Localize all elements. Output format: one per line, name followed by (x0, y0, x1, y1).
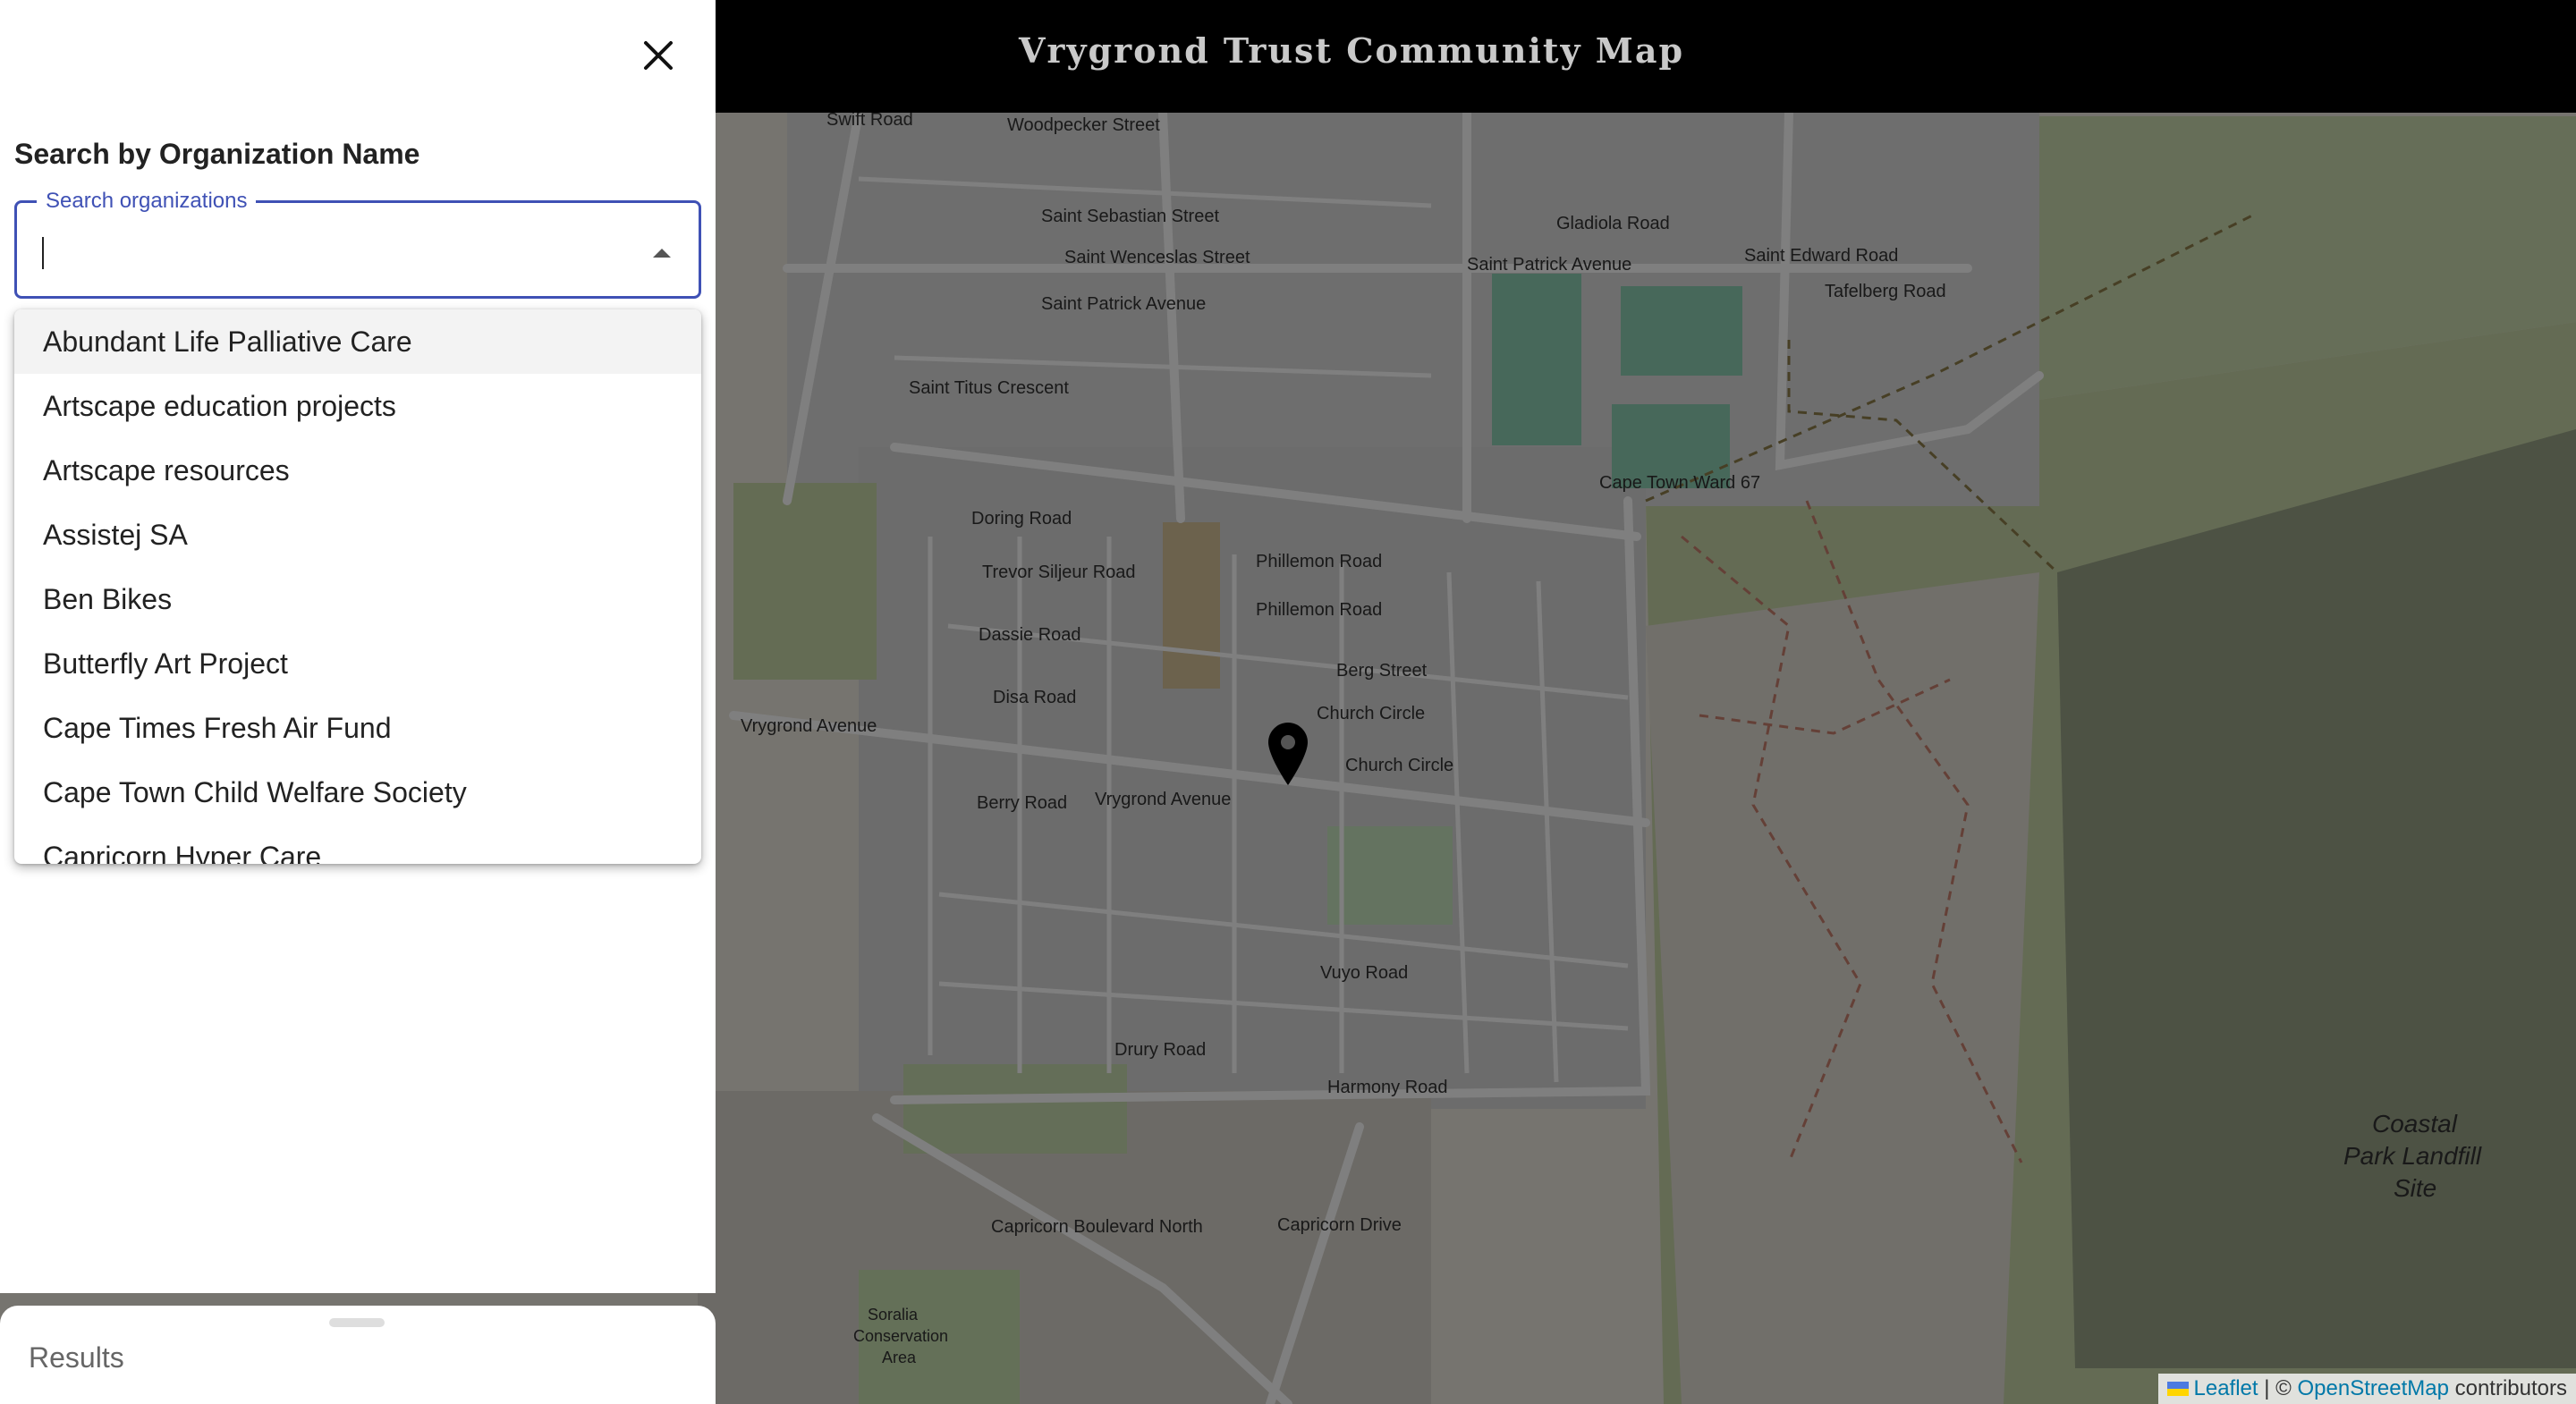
caret-up-icon (653, 249, 671, 258)
list-item[interactable]: Artscape resources (14, 438, 701, 503)
attribution-separator: | © (2264, 1376, 2292, 1400)
list-item[interactable]: Butterfly Art Project (14, 631, 701, 696)
search-input[interactable] (40, 233, 616, 275)
attribution-suffix: contributors (2454, 1376, 2567, 1400)
list-item[interactable]: Ben Bikes (14, 567, 701, 631)
organization-search-field[interactable]: Search organizations (14, 189, 701, 299)
results-label: Results (29, 1341, 124, 1374)
close-icon (644, 41, 673, 70)
dropdown-toggle-button[interactable] (648, 239, 675, 266)
results-sheet[interactable]: Results (0, 1306, 716, 1404)
leaflet-link[interactable]: Leaflet (2194, 1376, 2258, 1401)
list-item[interactable]: Artscape education projects (14, 374, 701, 438)
list-item[interactable]: Cape Times Fresh Air Fund (14, 696, 701, 760)
list-item[interactable]: Abundant Life Palliative Care (14, 309, 701, 374)
location-marker-icon[interactable] (1268, 723, 1308, 785)
search-field-label: Search organizations (37, 189, 257, 214)
map-attribution: Leaflet | © OpenStreetMap contributors (2157, 1374, 2576, 1404)
osm-link[interactable]: OpenStreetMap (2298, 1376, 2449, 1401)
app-frame: Swift Road Woodpecker Street Saint Sebas… (0, 0, 2576, 1404)
close-drawer-button[interactable] (631, 29, 685, 82)
drag-handle[interactable] (329, 1318, 385, 1327)
search-heading: Search by Organization Name (14, 138, 420, 170)
text-caret (42, 237, 44, 269)
list-item[interactable]: Cape Town Child Welfare Society (14, 760, 701, 825)
ukraine-flag-icon (2166, 1382, 2189, 1396)
page-title: Vrygrond Trust Community Map (1018, 30, 1685, 71)
list-item[interactable]: Assistej SA (14, 503, 701, 567)
organization-listbox[interactable]: Abundant Life Palliative Care Artscape e… (14, 309, 701, 864)
list-item[interactable]: Capricorn Hyper Care (14, 825, 701, 865)
search-drawer: Search by Organization Name Search organ… (0, 0, 716, 1293)
